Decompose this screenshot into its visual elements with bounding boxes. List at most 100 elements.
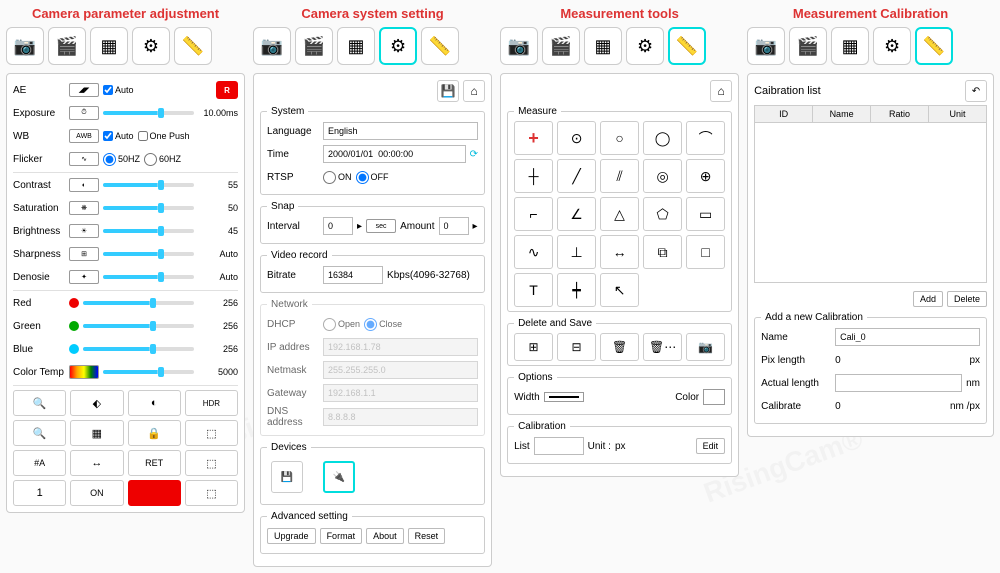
delete-icon[interactable]: 🗑 — [600, 333, 639, 361]
tool-step-icon[interactable]: ⌐ — [514, 197, 553, 231]
dhcp-open[interactable]: Open — [323, 318, 360, 331]
compare-button[interactable]: ↔ — [70, 450, 123, 476]
back-icon[interactable]: ↶ — [965, 80, 987, 102]
tool-circle2-icon[interactable]: ◯ — [643, 121, 682, 155]
tool-offset-icon[interactable]: ⧉ — [643, 235, 682, 269]
sec-unit[interactable]: sec — [366, 219, 396, 233]
hash-a-button[interactable]: #A — [13, 450, 66, 476]
device-sd-icon[interactable]: 💾 — [271, 461, 303, 493]
flicker-50hz[interactable]: 50HZ — [103, 153, 140, 166]
device-usb-icon[interactable]: 🔌 — [323, 461, 355, 493]
color-select[interactable] — [703, 389, 725, 405]
remove-layer-icon[interactable]: ⊟ — [557, 333, 596, 361]
camera-icon[interactable]: 📷 — [6, 27, 44, 65]
save-icon[interactable]: 💾 — [437, 80, 459, 102]
contrast-slider[interactable] — [103, 183, 194, 187]
on-button[interactable]: ON — [70, 480, 123, 506]
record-button[interactable] — [128, 480, 181, 506]
amount-input[interactable] — [439, 217, 469, 235]
interval-input[interactable] — [323, 217, 353, 235]
tool-dim-icon[interactable]: ↔ — [600, 235, 639, 269]
tool-arc-icon[interactable]: ⌒ — [686, 121, 725, 155]
camera-icon[interactable]: 📷 — [747, 27, 785, 65]
tool-curve-icon[interactable]: ∿ — [514, 235, 553, 269]
time-input[interactable] — [323, 145, 466, 163]
ruler-icon[interactable]: 📏 — [668, 27, 706, 65]
video-icon[interactable]: 🎬 — [295, 27, 333, 65]
gear-icon[interactable]: ⚙ — [873, 27, 911, 65]
delete-all-icon[interactable]: 🗑⋯ — [643, 333, 682, 361]
export-button[interactable]: ⬚ — [185, 480, 238, 506]
calib-list-select[interactable] — [534, 437, 584, 455]
language-select[interactable] — [323, 122, 478, 140]
line-width-select[interactable] — [544, 392, 584, 402]
tool-square-icon[interactable]: □ — [686, 235, 725, 269]
add-layer-icon[interactable]: ⊞ — [514, 333, 553, 361]
flicker-60hz[interactable]: 60HZ — [144, 153, 181, 166]
time-sync-icon[interactable]: ⟳ — [470, 149, 478, 160]
tool-crosshair-icon[interactable]: + — [514, 121, 553, 155]
hdr-button[interactable]: HDR — [185, 390, 238, 416]
edit-button[interactable]: Edit — [696, 438, 726, 454]
zoom-out-button[interactable]: 🔍 — [13, 420, 66, 446]
th-id[interactable]: ID — [755, 106, 813, 122]
dhcp-close[interactable]: Close — [364, 318, 402, 331]
tool-concentric-icon[interactable]: ◎ — [643, 159, 682, 193]
frame-button[interactable]: ⬚ — [185, 420, 238, 446]
snapshot-icon[interactable]: 📷 — [686, 333, 725, 361]
rtsp-on[interactable]: ON — [323, 171, 352, 184]
video-icon[interactable]: 🎬 — [542, 27, 580, 65]
rtsp-off[interactable]: OFF — [356, 171, 389, 184]
ruler-icon[interactable]: 📏 — [174, 27, 212, 65]
actual-unit[interactable]: nm — [966, 378, 980, 389]
wb-auto-check[interactable]: Auto — [103, 131, 134, 141]
save-frame-button[interactable]: ⬚ — [185, 450, 238, 476]
actual-input[interactable] — [835, 374, 962, 392]
awb-badge[interactable]: AWB — [69, 129, 99, 143]
tool-rect-icon[interactable]: ▭ — [686, 197, 725, 231]
blue-slider[interactable] — [83, 347, 194, 351]
tool-perp-icon[interactable]: ⊥ — [557, 235, 596, 269]
flip-h-button[interactable]: ⬖ — [70, 390, 123, 416]
denoise-slider[interactable] — [103, 275, 194, 279]
exposure-slider[interactable] — [103, 111, 194, 115]
calib-table-body[interactable] — [754, 123, 987, 283]
ruler-icon[interactable]: 📏 — [421, 27, 459, 65]
ret-button[interactable]: RET — [128, 450, 181, 476]
th-name[interactable]: Name — [813, 106, 871, 122]
reset-badge[interactable]: R — [216, 81, 238, 99]
red-slider[interactable] — [83, 301, 194, 305]
amount-spinner[interactable]: ▸ — [473, 221, 478, 232]
gear-icon[interactable]: ⚙ — [626, 27, 664, 65]
tool-text-icon[interactable]: T — [514, 273, 553, 307]
grid-icon[interactable]: ▦ — [90, 27, 128, 65]
th-ratio[interactable]: Ratio — [871, 106, 929, 122]
gear-icon[interactable]: ⚙ — [379, 27, 417, 65]
one-button[interactable]: 1 — [13, 480, 66, 506]
grid-icon[interactable]: ▦ — [831, 27, 869, 65]
saturation-slider[interactable] — [103, 206, 194, 210]
brightness-slider[interactable] — [103, 229, 194, 233]
flip-v-button[interactable]: ▦ — [70, 420, 123, 446]
onepush-check[interactable]: One Push — [138, 131, 190, 141]
sharpness-slider[interactable] — [103, 252, 194, 256]
format-button[interactable]: Format — [320, 528, 363, 544]
bitrate-input[interactable] — [323, 266, 383, 284]
camera-icon[interactable]: 📷 — [253, 27, 291, 65]
grid-icon[interactable]: ▦ — [337, 27, 375, 65]
tool-center-icon[interactable]: ┿ — [557, 273, 596, 307]
tool-circle-icon[interactable]: ○ — [600, 121, 639, 155]
video-icon[interactable]: 🎬 — [48, 27, 86, 65]
camera-icon[interactable]: 📷 — [500, 27, 538, 65]
about-button[interactable]: About — [366, 528, 404, 544]
tool-point-icon[interactable]: ⊙ — [557, 121, 596, 155]
grid-icon[interactable]: ▦ — [584, 27, 622, 65]
tool-parallel-icon[interactable]: ⫽ — [600, 159, 639, 193]
calib-name-input[interactable] — [835, 328, 980, 346]
zoom-in-button[interactable]: 🔍 — [13, 390, 66, 416]
tool-pointer-icon[interactable]: ↖ — [600, 273, 639, 307]
colortemp-slider[interactable] — [103, 370, 194, 374]
th-unit[interactable]: Unit — [929, 106, 986, 122]
tool-angle-icon[interactable]: ∠ — [557, 197, 596, 231]
upgrade-button[interactable]: Upgrade — [267, 528, 316, 544]
